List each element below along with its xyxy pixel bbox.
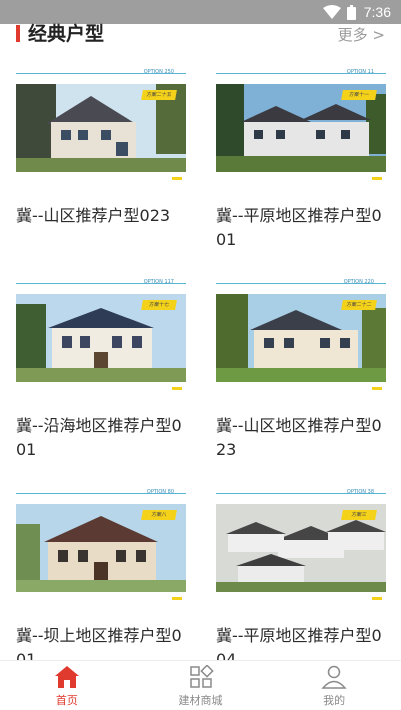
grid-icon xyxy=(189,665,214,688)
house-card[interactable]: OPTION 250 方案二十五 冀--山区推荐户型023 xyxy=(16,60,186,228)
plan-tag: 方案二十二 xyxy=(341,300,377,310)
option-code: OPTION 250 xyxy=(143,69,174,75)
tab-home[interactable]: 首页 xyxy=(0,661,134,710)
house-thumbnail[interactable]: OPTION 11 方案十一 xyxy=(216,60,386,180)
plan-tag: 方案十七 xyxy=(141,300,177,310)
house-card[interactable]: OPTION 38 方案三 冀--平原地区推荐户型004 xyxy=(216,480,386,672)
house-thumbnail[interactable]: OPTION 220 方案二十二 xyxy=(216,270,386,390)
wifi-icon xyxy=(322,5,341,19)
tab-store[interactable]: 建材商城 xyxy=(134,661,268,710)
user-icon xyxy=(321,665,347,689)
section-header: 经典户型 更多 > xyxy=(0,22,401,50)
tab-mine-label: 我的 xyxy=(323,694,346,707)
house-name[interactable]: 冀--平原地区推荐户型001 xyxy=(216,204,386,252)
plan-tag: 方案十一 xyxy=(341,90,377,100)
plan-tag: 方案二十五 xyxy=(141,90,177,100)
option-code: OPTION 117 xyxy=(143,279,174,285)
option-code: OPTION 38 xyxy=(346,489,374,495)
house-card[interactable]: OPTION 11 方案十一 冀--平原地区推荐户型001 xyxy=(216,60,386,252)
corner-mark xyxy=(372,387,382,390)
more-link[interactable]: 更多 > xyxy=(338,25,385,45)
house-name[interactable]: 冀--沿海地区推荐户型001 xyxy=(16,414,186,462)
house-card[interactable]: OPTION 80 方案八 冀--坝上地区推荐户型001 xyxy=(16,480,186,672)
tab-store-label: 建材商城 xyxy=(178,694,223,707)
tab-mine[interactable]: 我的 xyxy=(267,661,401,710)
section-title: 经典户型 xyxy=(28,23,105,45)
house-name[interactable]: 冀--山区推荐户型023 xyxy=(16,204,186,228)
corner-mark xyxy=(172,387,182,390)
corner-mark xyxy=(372,597,382,600)
tab-home-label: 首页 xyxy=(55,694,78,707)
house-thumbnail[interactable]: OPTION 38 方案三 xyxy=(216,480,386,600)
option-code: OPTION 220 xyxy=(343,279,374,285)
house-name[interactable]: 冀--山区地区推荐户型023 xyxy=(216,414,386,462)
house-card[interactable]: OPTION 220 方案二十二 冀--山区地区推荐户型023 xyxy=(216,270,386,462)
corner-mark xyxy=(172,597,182,600)
plan-tag: 方案八 xyxy=(141,510,177,520)
plan-tag: 方案三 xyxy=(341,510,377,520)
status-bar: 7:36 xyxy=(0,0,401,24)
house-thumbnail[interactable]: OPTION 117 方案十七 xyxy=(16,270,186,390)
corner-mark xyxy=(372,177,382,180)
status-time: 7:36 xyxy=(363,4,391,20)
corner-mark xyxy=(172,177,182,180)
house-thumbnail[interactable]: OPTION 250 方案二十五 xyxy=(16,60,186,180)
section-accent-bar xyxy=(16,25,20,42)
home-icon xyxy=(54,666,79,688)
battery-icon xyxy=(346,4,356,20)
option-code: OPTION 80 xyxy=(146,489,174,495)
house-card[interactable]: OPTION 117 方案十七 冀--沿海地区推荐户型001 xyxy=(16,270,186,462)
bottom-tab-bar: 首页 建材商城 我的 xyxy=(0,660,401,710)
house-thumbnail[interactable]: OPTION 80 方案八 xyxy=(16,480,186,600)
option-code: OPTION 11 xyxy=(346,69,374,75)
